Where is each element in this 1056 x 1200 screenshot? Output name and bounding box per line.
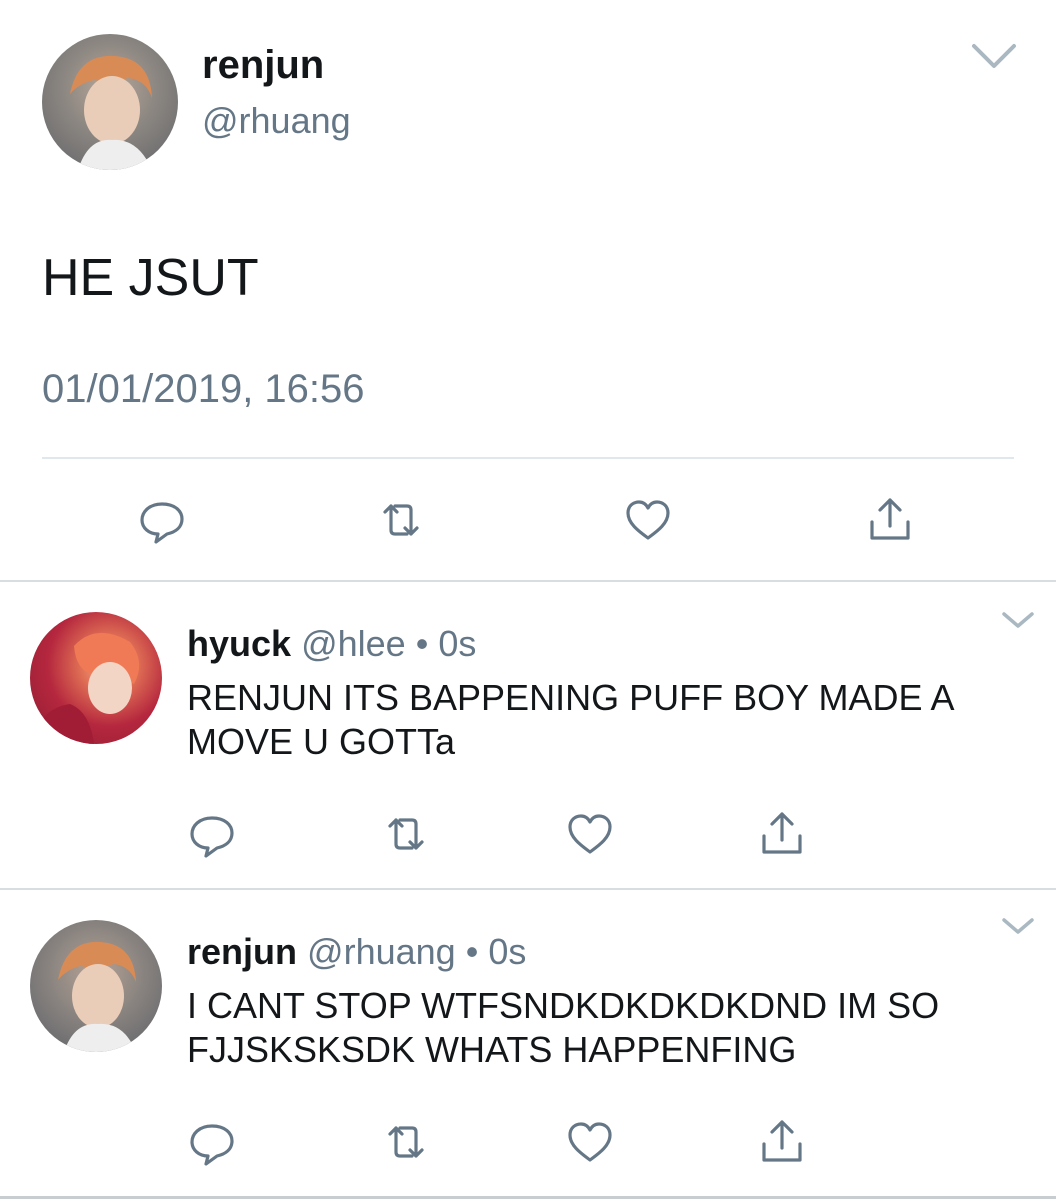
reply-header: renjun @rhuang • 0s [187,930,526,974]
retweet-icon[interactable] [378,806,434,862]
reply-text: RENJUN ITS BAPPENING PUFF BOY MADE A MOV… [187,677,953,762]
reply-header: hyuck @hlee • 0s [187,622,476,666]
reply-time: 0s [438,623,477,664]
chevron-down-icon[interactable] [1000,914,1036,938]
like-icon[interactable] [562,806,618,862]
share-icon[interactable] [862,492,918,548]
share-icon[interactable] [754,1114,810,1170]
reply-author-handle[interactable]: @rhuang [307,931,456,972]
avatar-portrait [58,941,136,1052]
divider [0,1196,1056,1199]
like-icon[interactable] [620,492,676,548]
reply-time: 0s [488,931,527,972]
avatar[interactable] [30,920,162,1052]
avatar[interactable] [42,34,178,170]
reply-text: I CANT STOP WTFSNDKDKDKDKDND IM SO FJJSK… [187,985,940,1070]
like-icon[interactable] [562,1114,618,1170]
avatar-portrait [30,632,140,744]
main-tweet-author-handle[interactable]: @rhuang [202,98,351,144]
divider [0,888,1056,890]
reply-author-name[interactable]: renjun [187,931,297,972]
avatar[interactable] [30,612,162,744]
chevron-down-icon[interactable] [970,40,1018,72]
separator-dot: • [465,931,479,972]
reply-icon[interactable] [134,492,190,548]
reply-author-handle[interactable]: @hlee [301,623,406,664]
reply-icon[interactable] [184,1114,240,1170]
divider [0,580,1056,582]
avatar-portrait [70,55,152,170]
main-tweet-timestamp: 01/01/2019, 16:56 [42,367,365,411]
reply-icon[interactable] [184,806,240,862]
chevron-down-icon[interactable] [1000,608,1036,632]
retweet-icon[interactable] [378,1114,434,1170]
divider [42,457,1014,459]
retweet-icon[interactable] [373,492,429,548]
main-tweet-text: HE JSUT [42,249,259,307]
reply-author-name[interactable]: hyuck [187,623,291,664]
main-tweet-author-name[interactable]: renjun [202,40,324,90]
separator-dot: • [415,623,429,664]
share-icon[interactable] [754,806,810,862]
